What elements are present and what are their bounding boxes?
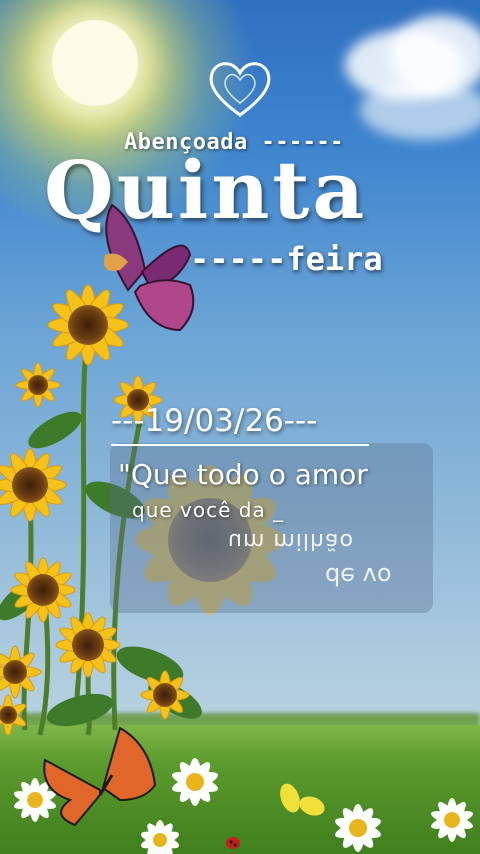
ladybug [226, 837, 240, 849]
sunflower [0, 645, 42, 699]
daisy [140, 820, 180, 854]
quote-line-1: "Que todo o amor [118, 458, 368, 491]
monarch-butterfly [43, 726, 157, 827]
daisy [430, 798, 474, 842]
background-scene: Abençoada ------ Quinta -----feira ---19… [0, 0, 480, 854]
greeting-line-3: -----feira [190, 240, 383, 278]
heart-outline-icon [209, 62, 271, 117]
date-underline [111, 444, 369, 446]
quote-line-4: de vo [325, 562, 392, 590]
greeting-title: Quinta [44, 143, 368, 237]
sunflower [47, 284, 129, 366]
quote-line-2: que você da _ [132, 498, 285, 522]
sunflower [140, 670, 190, 720]
daisy [172, 758, 218, 806]
daisy [335, 804, 381, 852]
date-text: ---19/03/26--- [111, 403, 318, 439]
sunflower [55, 612, 121, 678]
yellow-butterfly [280, 783, 325, 816]
sunflower [0, 448, 67, 522]
quote-line-3: um milhão [228, 528, 354, 553]
sunflower [15, 362, 61, 408]
